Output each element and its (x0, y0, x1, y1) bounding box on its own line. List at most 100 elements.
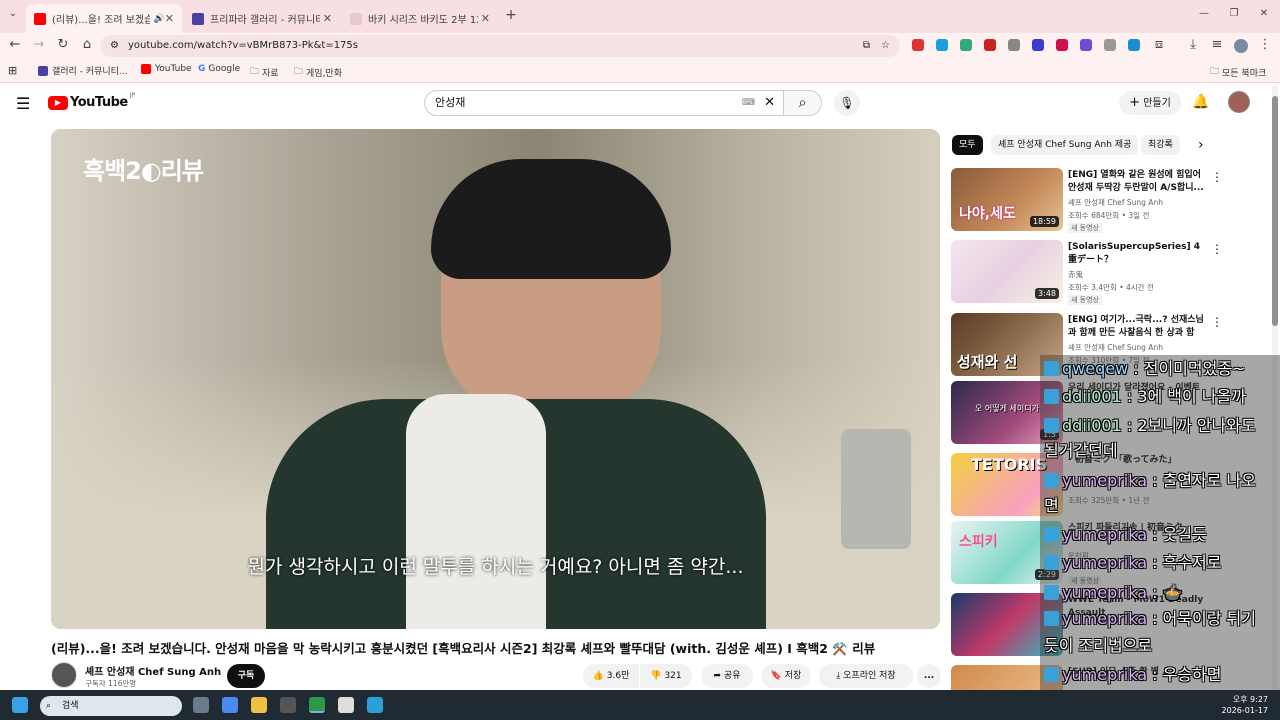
tab-list-icon[interactable]: ⌄ (4, 8, 22, 19)
chip-all[interactable]: 모두 (952, 135, 983, 155)
search-input[interactable]: 안성재 ⌨ ✕ (424, 90, 784, 116)
channel-name[interactable]: 셰프 안성재 Chef Sung Anh (85, 663, 221, 678)
windows-start-icon[interactable] (12, 697, 28, 713)
close-tab-icon[interactable]: ✕ (481, 12, 490, 25)
subscribe-button[interactable]: 구독 (227, 664, 265, 688)
rec-menu-icon[interactable]: ⋮ (1211, 242, 1223, 256)
extension-icon[interactable] (936, 39, 948, 51)
minimize-icon[interactable]: — (1195, 8, 1213, 19)
taskbar-search[interactable]: ⌕ 검색 (40, 696, 182, 716)
app-icon[interactable] (338, 697, 354, 713)
back-icon[interactable]: ← (6, 37, 24, 52)
dislike-button[interactable]: 👎 321 (640, 664, 692, 688)
chrome-icon[interactable] (309, 697, 325, 713)
youtube-logo[interactable]: ▶ YouTube JP (48, 92, 136, 110)
copilot-icon[interactable] (222, 697, 238, 713)
extension-icon[interactable] (1128, 39, 1140, 51)
app-icon[interactable] (367, 697, 383, 713)
extension-icon[interactable] (1032, 39, 1044, 51)
rec-menu-icon[interactable]: ⋮ (1211, 170, 1223, 184)
chip-topic[interactable]: 최강록 (1141, 135, 1180, 155)
extension-icon[interactable] (912, 39, 924, 51)
save-button[interactable]: 🔖 저장 (761, 664, 811, 688)
extension-icon[interactable] (1008, 39, 1020, 51)
address-bar-row: ← → ↻ ⌂ ⚙ youtube.com/watch?v=vBMrB873-P… (0, 33, 1280, 59)
play-logo-icon: ▶ (48, 95, 68, 110)
rec-views: 조회수 684만회 • 3일 전 (1068, 211, 1150, 220)
chat-message: yumeprika : 🍲 (1044, 583, 1183, 602)
media-icon[interactable]: ≡ (1208, 37, 1226, 52)
new-tab-button[interactable]: + (502, 7, 520, 23)
account-avatar[interactable] (1228, 91, 1250, 113)
bookmark-google[interactable]: G Google (198, 64, 240, 74)
share-label: 공유 (723, 671, 741, 681)
chat-user: yumeprika (1062, 525, 1148, 544)
folder-icon: 🗀 (1210, 67, 1220, 77)
chip-channel[interactable]: 셰프 안성재 Chef Sung Anh 제공 (991, 135, 1139, 155)
offline-save-button[interactable]: ⤓ 오프라인 저장 (819, 664, 913, 688)
close-window-icon[interactable]: ✕ (1255, 8, 1273, 19)
tab-youtube[interactable]: (리뷰)...을! 조려 보겠습니다 🔊 ✕ (26, 4, 182, 33)
voice-search-button[interactable]: 🎙 (834, 90, 860, 116)
extensions-puzzle-icon[interactable]: ⧈ (1150, 37, 1168, 52)
bookmark-youtube[interactable]: YouTube (141, 64, 192, 74)
rec-item[interactable]: 3:48 [SolarisSupercupSeries] 4重デート？ 赤鬼 조… (951, 240, 1263, 305)
close-tab-icon[interactable]: ✕ (165, 12, 174, 25)
maximize-icon[interactable]: ❐ (1225, 8, 1243, 19)
chevron-right-icon[interactable]: › (1198, 137, 1204, 153)
rec-menu-icon[interactable]: ⋮ (1211, 315, 1223, 329)
gallery-favicon-icon (192, 12, 204, 25)
extension-icon[interactable] (1056, 39, 1068, 51)
profile-avatar[interactable] (1234, 39, 1248, 53)
taskbar-clock[interactable]: 오후 9:27 2026-01-17 (1222, 694, 1269, 716)
tab-gallery[interactable]: 프리파라 갤러리 - 커뮤니티 포 ✕ (184, 4, 340, 33)
channel-avatar[interactable] (51, 662, 77, 688)
bookmark-folder-resources[interactable]: 🗀 자료 (250, 64, 279, 80)
chat-text: 듯이 조리법으로 (1044, 636, 1153, 655)
thumbnail-text: 성재와 선 (957, 353, 1018, 371)
download-icon[interactable]: ⤓ (1184, 37, 1202, 52)
hamburger-menu-icon[interactable]: ☰ (16, 94, 30, 113)
create-button[interactable]: + 만들기 (1119, 91, 1181, 115)
url-field[interactable]: ⚙ youtube.com/watch?v=vBMrB873-Pk&t=175s… (100, 35, 900, 57)
share-button[interactable]: ➦ 공유 (701, 664, 753, 688)
rec-thumbnail: 나야,세도 18:59 (951, 168, 1063, 231)
apps-grid-icon[interactable]: ⊞ (8, 64, 17, 77)
more-actions-button[interactable]: ... (917, 664, 941, 688)
video-player[interactable]: 흑백2◐리뷰 뭔가 생각하시고 이런 말투를 하시는 거예요? 아니면 좀 약간… (51, 129, 940, 629)
forward-icon[interactable]: → (30, 37, 48, 52)
app-icon[interactable] (280, 697, 296, 713)
extension-icon[interactable] (960, 39, 972, 51)
task-view-icon[interactable] (193, 697, 209, 713)
install-icon[interactable]: ⧉ (863, 35, 870, 57)
extension-icon[interactable] (1104, 39, 1116, 51)
scrollbar-thumb[interactable] (1272, 96, 1278, 326)
duration-badge: 18:59 (1029, 216, 1059, 227)
clear-search-icon[interactable]: ✕ (764, 91, 775, 115)
menu-kebab-icon[interactable]: ⋮ (1256, 37, 1274, 52)
like-button[interactable]: 👍 3.6만 (583, 664, 639, 688)
bookmark-folder-games[interactable]: 🗀 게임,만화 (294, 64, 342, 80)
bookmark-star-icon[interactable]: ☆ (881, 35, 890, 57)
reload-icon[interactable]: ↻ (54, 37, 72, 52)
rec-item[interactable]: 나야,세도 18:59 [ENG] 열화와 같은 원성에 힘입어 안성재 두딱강… (951, 168, 1263, 233)
file-explorer-icon[interactable] (251, 697, 267, 713)
bookmark-gallery[interactable]: 갤러리 - 커뮤니티... (38, 64, 128, 77)
tab-baki[interactable]: 바키 시리즈 바키도 2부 128화 ✕ (342, 4, 498, 33)
chat-badge-icon (1044, 389, 1059, 404)
chat-badge-icon (1044, 473, 1059, 488)
home-icon[interactable]: ⌂ (78, 37, 96, 52)
site-info-icon[interactable]: ⚙ (110, 35, 119, 57)
notifications-bell-icon[interactable]: 🔔 (1192, 94, 1209, 110)
extension-icon[interactable] (984, 39, 996, 51)
all-bookmarks[interactable]: 🗀 모든 북마크 (1210, 64, 1266, 80)
tab-label: 바키 시리즈 바키도 2부 128화 (368, 15, 478, 26)
search-button[interactable]: ⌕ (784, 90, 822, 116)
extension-icon[interactable] (1080, 39, 1092, 51)
region-code: JP (129, 92, 136, 99)
keyboard-icon[interactable]: ⌨ (742, 91, 755, 115)
chat-user: ddii001 (1062, 387, 1122, 406)
audio-icon: 🔊 (153, 13, 165, 24)
close-tab-icon[interactable]: ✕ (323, 12, 332, 25)
chat-user: yumeprika (1062, 553, 1148, 572)
